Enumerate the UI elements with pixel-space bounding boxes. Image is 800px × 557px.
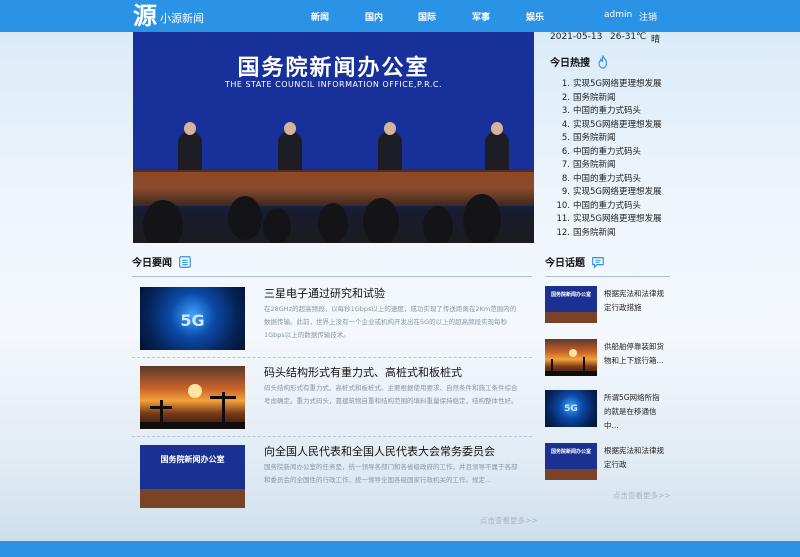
hot-search-item[interactable]: 8. 中国的重力式码头 [554,173,674,187]
hero-banner-image[interactable]: 国务院新闻办公室 THE STATE COUNCIL INFORMATION O… [133,32,534,243]
user-name-link[interactable]: admin [604,10,632,20]
news-title[interactable]: 三星电子通过研究和试验 [264,285,385,301]
topics-more-link[interactable]: 点击查看更多>> [613,490,671,501]
news-item[interactable]: 5G 三星电子通过研究和试验 在28GHz的超高频段，以每秒1Gbps以上的速度… [140,287,520,351]
topic-item[interactable]: 供船舶停靠装卸货物和上下旅行箱... [545,339,670,377]
news-section-title: 今日要闻 [132,258,172,269]
news-title[interactable]: 码头结构形式有重力式、高桩式和板桩式 [264,364,462,380]
topic-thumbnail-press-conference-image[interactable]: 国务院新闻办公室 [545,286,597,323]
hot-search-list: 1. 实现5G网络更理想发展 2. 国务院新闻 3. 中国的重力式码头 4. 实现5G网… [554,78,674,240]
news-description: 国务院新闻办公室的任务是，统一领导各部门和各省级政府的工作，并且领导不属于各部和… [264,463,518,484]
topic-thumbnail-oil-rig-image[interactable] [545,339,597,376]
nav-item-entertainment[interactable]: 娱乐 [526,10,544,23]
topic-text[interactable]: 所谓5G网络所指的就是在移通信中... [604,391,666,431]
nav-item-military[interactable]: 军事 [472,10,490,23]
logo-mark: 源 [133,1,157,30]
hot-search-item[interactable]: 9. 实现5G网络更理想发展 [554,186,674,200]
footer-bar [0,541,800,557]
topic-text[interactable]: 根据宪法和法律规定行政 [604,444,666,484]
section-divider [545,276,670,277]
news-thumbnail-5g-image[interactable]: 5G [140,287,245,350]
hot-search-title: 今日热搜 [550,58,590,69]
speaker-figure [278,122,302,172]
logout-link[interactable]: 注销 [639,10,657,23]
speaker-figure [178,122,202,172]
hot-search-item[interactable]: 10. 中国的重力式码头 [554,200,674,214]
news-title[interactable]: 向全国人民代表和全国人民代表大会常务委员会 [264,443,495,459]
nav-item-international[interactable]: 国际 [418,10,436,23]
section-divider [132,276,532,277]
topics-heading: 今日话题 [545,254,605,269]
hot-search-item[interactable]: 11. 实现5G网络更理想发展 [554,213,674,227]
hot-search-item[interactable]: 2. 国务院新闻 [554,92,674,106]
news-description: 码头结构形式有重力式、高桩式和板桩式。主要根据使用要求、自然条件和施工条件综合考… [264,384,518,405]
flame-icon [598,54,608,69]
topic-text[interactable]: 供船舶停靠装卸货物和上下旅行箱... [604,340,666,380]
hot-search-item[interactable]: 6. 中国的重力式码头 [554,146,674,160]
topic-item[interactable]: 国务院新闻办公室 根据宪法和法律规定行政 [545,443,670,481]
date-text: 2021-05-13 [550,32,603,42]
news-divider [132,436,532,437]
hot-search-item[interactable]: 7. 国务院新闻 [554,159,674,173]
topics-section-title: 今日话题 [545,258,585,269]
topic-thumbnail-5g-image[interactable]: 5G [545,390,597,427]
news-divider [132,357,532,358]
news-more-link[interactable]: 点击查看更多>> [480,515,538,526]
audience-silhouettes [133,188,534,243]
hero-subtitle: THE STATE COUNCIL INFORMATION OFFICE,P.R… [224,80,443,89]
speaker-figure [485,122,509,172]
hot-search-item[interactable]: 1. 实现5G网络更理想发展 [554,78,674,92]
hot-search-item[interactable]: 12. 国务院新闻 [554,227,674,241]
topic-item[interactable]: 国务院新闻办公室 根据宪法和法律规定行政措施 [545,286,670,324]
hot-search-heading: 今日热搜 [550,54,610,69]
news-thumbnail-press-conference-image[interactable]: 国务院新闻办公室 [140,445,245,508]
site-name: 小源新闻 [160,12,204,25]
hero-title: 国务院新闻办公室 [237,56,430,81]
top-navigation-bar: 源 小源新闻 新闻 国内 国际 军事 娱乐 admin 注销 [0,0,800,32]
topic-item[interactable]: 5G 所谓5G网络所指的就是在移通信中... [545,390,670,431]
weather-condition: 晴 [651,35,661,45]
hot-search-item[interactable]: 3. 中国的重力式码头 [554,105,674,119]
hot-search-item[interactable]: 5. 国务院新闻 [554,132,674,146]
chat-icon [592,256,604,269]
list-icon [179,255,191,268]
hot-search-item[interactable]: 4. 实现5G网络更理想发展 [554,119,674,133]
topic-text[interactable]: 根据宪法和法律规定行政措施 [604,287,666,327]
news-item[interactable]: 码头结构形式有重力式、高桩式和板桩式 码头结构形式有重力式、高桩式和板桩式。主要… [140,366,520,430]
speaker-figure [378,122,402,172]
site-logo[interactable]: 源 小源新闻 [133,2,204,30]
nav-item-domestic[interactable]: 国内 [365,10,383,23]
news-item[interactable]: 国务院新闻办公室 向全国人民代表和全国人民代表大会常务委员会 国务院新闻办公室的… [140,445,520,509]
temperature-text: 26-31℃ [610,32,647,42]
news-description: 在28GHz的超高频段，以每秒1Gbps以上的速度，成功实现了传送距离在2Km范… [264,305,517,339]
nav-item-news[interactable]: 新闻 [311,10,329,23]
news-thumbnail-oil-rig-image[interactable] [140,366,245,429]
topic-thumbnail-press-conference-image[interactable]: 国务院新闻办公室 [545,443,597,480]
news-heading: 今日要闻 [132,254,192,269]
